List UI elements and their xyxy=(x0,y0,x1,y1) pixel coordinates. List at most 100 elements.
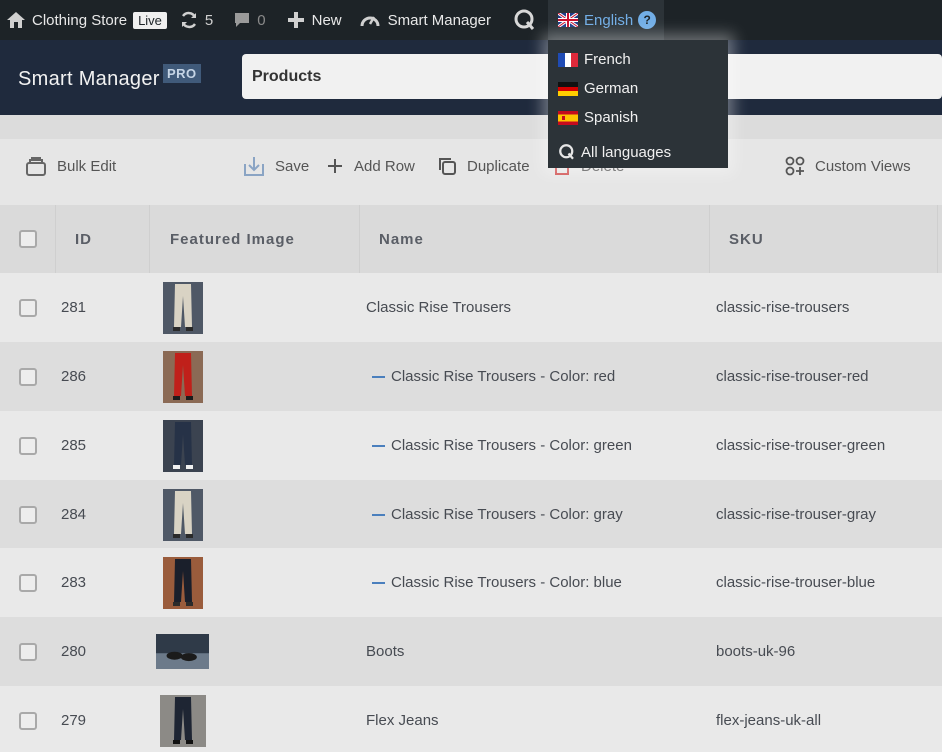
cell-sku[interactable]: classic-rise-trousers xyxy=(716,273,849,342)
cell-name[interactable]: Classic Rise Trousers - Color: red xyxy=(372,342,615,411)
language-switcher[interactable]: English ? xyxy=(548,0,664,40)
live-badge: Live xyxy=(133,11,167,29)
product-thumbnail-image[interactable] xyxy=(156,634,209,669)
row-checkbox[interactable] xyxy=(19,505,37,524)
admin-bar: Clothing Store Live 5 0 New Smart Manage… xyxy=(0,0,942,40)
cell-name[interactable]: Classic Rise Trousers - Color: gray xyxy=(372,480,623,549)
column-header-image[interactable]: Featured Image xyxy=(150,205,360,273)
row-select-cell xyxy=(0,480,56,549)
france-flag-icon xyxy=(558,52,578,67)
cell-name[interactable]: Classic Rise Trousers - Color: blue xyxy=(372,548,622,617)
row-select-cell xyxy=(0,686,56,752)
updates-link[interactable]: 5 xyxy=(173,0,219,40)
row-checkbox[interactable] xyxy=(19,436,37,455)
duplicate-icon xyxy=(439,158,456,175)
cell-sku[interactable]: classic-rise-trouser-gray xyxy=(716,480,876,549)
add-row-label: Add Row xyxy=(354,157,415,175)
column-header-id[interactable]: ID xyxy=(56,205,150,273)
refresh-icon xyxy=(181,11,197,29)
table-row[interactable]: 280 Boots boots-uk-96 xyxy=(0,617,942,686)
cell-id[interactable]: 284 xyxy=(61,480,86,549)
add-row-button[interactable]: Add Row xyxy=(326,139,415,193)
home-icon xyxy=(7,12,25,28)
table-row[interactable]: 281 Classic Rise Trousers classic-rise-tro… xyxy=(0,273,942,342)
custom-views-button[interactable]: Custom Views xyxy=(785,139,911,193)
select-all-checkbox[interactable] xyxy=(18,230,37,248)
translation-link[interactable] xyxy=(507,0,543,40)
row-select-cell xyxy=(0,548,56,617)
product-name: Classic Rise Trousers xyxy=(366,299,512,316)
table-row[interactable]: 279 Flex Jeans flex-jeans-uk-all xyxy=(0,686,942,752)
table-row[interactable]: 283 Classic Rise Trousers - Color: blue cl… xyxy=(0,548,942,617)
product-thumbnail-image[interactable] xyxy=(163,419,203,472)
row-checkbox[interactable] xyxy=(19,642,37,661)
bulk-edit-label: Bulk Edit xyxy=(57,157,117,175)
table-row[interactable]: 286 Classic Rise Trousers - Color: red cla… xyxy=(0,342,942,411)
select-all-cell xyxy=(0,205,56,273)
comments-link[interactable]: 0 xyxy=(227,0,271,40)
product-name: Classic Rise Trousers - Color: green xyxy=(391,437,632,454)
language-option-spanish[interactable]: Spanish xyxy=(558,109,638,126)
help-icon[interactable]: ? xyxy=(638,11,657,29)
save-label: Save xyxy=(275,157,310,175)
product-thumbnail-image[interactable] xyxy=(160,694,206,747)
cell-id[interactable]: 285 xyxy=(61,411,86,480)
bulk-edit-icon xyxy=(26,157,46,176)
variation-indent-icon xyxy=(372,581,385,584)
cell-sku[interactable]: classic-rise-trouser-green xyxy=(716,411,885,480)
cell-sku[interactable]: boots-uk-96 xyxy=(716,617,795,686)
save-button[interactable]: Save xyxy=(243,139,309,193)
smart-manager-label: Smart Manager xyxy=(387,11,491,29)
site-menu[interactable]: Clothing Store Live xyxy=(0,0,173,40)
cell-id[interactable]: 281 xyxy=(61,273,86,342)
language-option-german[interactable]: German xyxy=(558,80,638,97)
row-select-cell xyxy=(0,342,56,411)
table-row[interactable]: 285 Classic Rise Trousers - Color: green c… xyxy=(0,411,942,480)
new-content-button[interactable]: New xyxy=(282,0,348,40)
product-thumbnail-image[interactable] xyxy=(163,281,203,334)
product-thumbnail-image[interactable] xyxy=(163,488,203,541)
language-dropdown: French German Spanish All languages xyxy=(548,40,728,168)
all-languages-link[interactable]: All languages xyxy=(558,143,671,161)
cell-id[interactable]: 279 xyxy=(61,686,86,752)
row-checkbox[interactable] xyxy=(19,573,37,592)
product-thumbnail-image[interactable] xyxy=(163,556,203,609)
cell-name[interactable]: Classic Rise Trousers xyxy=(366,273,511,342)
header-spacer xyxy=(0,115,942,139)
cell-name[interactable]: Flex Jeans xyxy=(366,686,439,752)
product-name: Flex Jeans xyxy=(366,712,439,729)
bulk-edit-button[interactable]: Bulk Edit xyxy=(25,139,116,193)
row-checkbox[interactable] xyxy=(19,711,37,730)
row-select-cell xyxy=(0,617,56,686)
variation-indent-icon xyxy=(372,513,385,516)
pro-badge: PRO xyxy=(163,64,201,83)
current-language-label: English xyxy=(584,11,634,29)
uk-flag-icon xyxy=(558,13,578,27)
table-header-row: ID Featured Image Name SKU xyxy=(0,205,942,273)
save-icon xyxy=(244,157,264,176)
wpml-icon xyxy=(559,144,574,160)
row-checkbox[interactable] xyxy=(19,367,37,386)
table-row[interactable]: 284 Classic Rise Trousers - Color: gray cl… xyxy=(0,480,942,549)
cell-sku[interactable]: classic-rise-trouser-blue xyxy=(716,548,875,617)
cell-sku[interactable]: flex-jeans-uk-all xyxy=(716,686,821,752)
duplicate-button[interactable]: Duplicate xyxy=(437,139,530,193)
cell-name[interactable]: Boots xyxy=(366,617,404,686)
product-name: Boots xyxy=(366,643,405,660)
cell-sku[interactable]: classic-rise-trouser-red xyxy=(716,342,869,411)
product-thumbnail-image[interactable] xyxy=(163,350,203,403)
cell-id[interactable]: 280 xyxy=(61,617,86,686)
column-header-name[interactable]: Name xyxy=(360,205,710,273)
smart-manager-link[interactable]: Smart Manager xyxy=(354,0,497,40)
toolbar: Bulk Edit Save Add Row Duplicate Delete … xyxy=(0,139,942,205)
row-checkbox[interactable] xyxy=(19,298,37,317)
cell-id[interactable]: 286 xyxy=(61,342,86,411)
column-header-sku[interactable]: SKU xyxy=(710,205,938,273)
custom-views-label: Custom Views xyxy=(815,157,911,175)
language-option-french[interactable]: French xyxy=(558,51,631,68)
cell-id[interactable]: 283 xyxy=(61,548,86,617)
site-name: Clothing Store xyxy=(32,11,128,29)
plus-icon xyxy=(328,159,342,173)
cell-name[interactable]: Classic Rise Trousers - Color: green xyxy=(372,411,632,480)
new-label: New xyxy=(311,11,342,29)
